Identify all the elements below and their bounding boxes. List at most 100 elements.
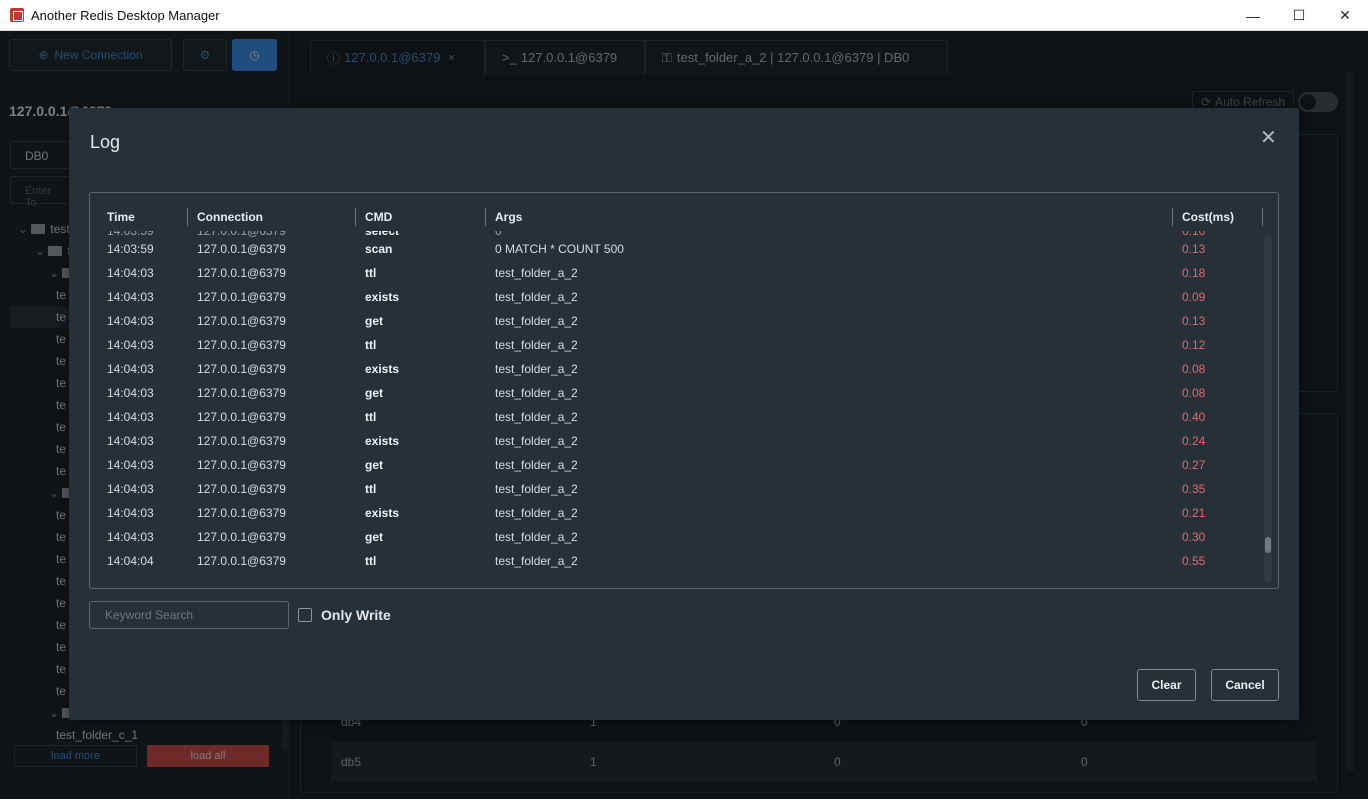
table-row: 14:04:03 127.0.0.1@6379 get test_folder_a_2…: [90, 524, 1264, 548]
connection-cell: 127.0.0.1@6379: [197, 290, 286, 304]
col-connection: Connection: [197, 210, 263, 224]
table-row: 14:04:03 127.0.0.1@6379 ttl test_folder_a_2…: [90, 260, 1264, 284]
only-write-label: Only Write: [321, 607, 391, 623]
time-cell: 14:04:03: [107, 506, 154, 520]
cost-cell: 0.13: [1182, 314, 1206, 328]
cost-cell: 0.08: [1182, 386, 1206, 400]
connection-cell: 127.0.0.1@6379: [197, 554, 286, 568]
table-row: 14:03:59 127.0.0.1@6379 scan 0 MATCH * COUN…: [90, 236, 1264, 260]
table-row: 14:04:03 127.0.0.1@6379 get test_folder_a_2…: [90, 308, 1264, 332]
time-cell: 14:04:03: [107, 266, 154, 280]
window-title: Another Redis Desktop Manager: [31, 7, 220, 23]
app-logo-icon: [10, 8, 24, 22]
log-scrollbar[interactable]: [1264, 235, 1272, 583]
keyword-search-input[interactable]: [89, 601, 289, 629]
connection-cell: 127.0.0.1@6379: [197, 266, 286, 280]
args-cell: test_folder_a_2: [495, 506, 578, 520]
connection-cell: 127.0.0.1@6379: [197, 386, 286, 400]
cost-cell: 0.08: [1182, 362, 1206, 376]
dialog-title: Log: [90, 132, 121, 152]
connection-cell: 127.0.0.1@6379: [197, 362, 286, 376]
cost-cell: 0.13: [1182, 242, 1206, 256]
cmd-cell: exists: [365, 506, 400, 520]
cmd-cell: ttl: [365, 554, 377, 568]
table-row: 14:04:03 127.0.0.1@6379 exists test_folder_…: [90, 356, 1264, 380]
connection-cell: 127.0.0.1@6379: [197, 410, 286, 424]
cancel-button[interactable]: Cancel: [1211, 669, 1279, 701]
scrollbar-thumb[interactable]: [1265, 537, 1271, 553]
log-dialog: Log ✕ Time Connection CMD Args Cost(ms) …: [69, 108, 1299, 720]
table-row: 14:04:03 127.0.0.1@6379 exists test_folder_…: [90, 284, 1264, 308]
time-cell: 14:04:03: [107, 482, 154, 496]
table-row: 14:04:03 127.0.0.1@6379 get test_folder_a_2…: [90, 380, 1264, 404]
minimize-button[interactable]: —: [1230, 0, 1276, 31]
close-icon[interactable]: ✕: [1260, 128, 1277, 148]
cmd-cell: get: [365, 530, 383, 544]
column-divider[interactable]: [485, 208, 486, 226]
connection-cell: 127.0.0.1@6379: [197, 314, 286, 328]
connection-cell: 127.0.0.1@6379: [197, 530, 286, 544]
cost-cell: 0.21: [1182, 506, 1206, 520]
column-divider[interactable]: [355, 208, 356, 226]
connection-cell: 127.0.0.1@6379: [197, 482, 286, 496]
column-divider[interactable]: [1172, 208, 1173, 226]
column-divider[interactable]: [187, 208, 188, 226]
time-cell: 14:04:03: [107, 410, 154, 424]
time-cell: 14:04:03: [107, 338, 154, 352]
time-cell: 14:04:03: [107, 458, 154, 472]
time-cell: 14:04:03: [107, 434, 154, 448]
cmd-cell: ttl: [365, 482, 377, 496]
cost-cell: 0.27: [1182, 458, 1206, 472]
table-row: 14:04:03 127.0.0.1@6379 ttl test_folder_a_2…: [90, 476, 1264, 500]
args-cell: test_folder_a_2: [495, 482, 578, 496]
cmd-cell: ttl: [365, 410, 377, 424]
title-bar: Another Redis Desktop Manager — ☐ ✕: [0, 0, 1368, 31]
table-header: Time Connection CMD Args Cost(ms): [90, 193, 1264, 233]
args-cell: test_folder_a_2: [495, 338, 578, 352]
cost-cell: 0.18: [1182, 266, 1206, 280]
args-cell: test_folder_a_2: [495, 410, 578, 424]
args-cell: test_folder_a_2: [495, 458, 578, 472]
args-cell: test_folder_a_2: [495, 554, 578, 568]
args-cell: test_folder_a_2: [495, 266, 578, 280]
table-body: 14:03:59 127.0.0.1@6379 select 0 0.10 14…: [90, 231, 1264, 581]
time-cell: 14:04:04: [107, 554, 154, 568]
args-cell: test_folder_a_2: [495, 290, 578, 304]
close-window-button[interactable]: ✕: [1322, 0, 1368, 31]
checkbox-box[interactable]: [298, 608, 312, 622]
cmd-cell: exists: [365, 434, 400, 448]
connection-cell: 127.0.0.1@6379: [197, 458, 286, 472]
only-write-checkbox[interactable]: Only Write: [298, 607, 391, 623]
table-row: 14:04:03 127.0.0.1@6379 ttl test_folder_a_2…: [90, 332, 1264, 356]
cmd-cell: get: [365, 458, 383, 472]
cost-cell: 0.09: [1182, 290, 1206, 304]
table-row: 14:04:04 127.0.0.1@6379 ttl test_folder_a_2…: [90, 548, 1264, 572]
cmd-cell: get: [365, 386, 383, 400]
time-cell: 14:03:59: [107, 242, 154, 256]
time-cell: 14:04:03: [107, 290, 154, 304]
cost-cell: 0.30: [1182, 530, 1206, 544]
time-cell: 14:04:03: [107, 386, 154, 400]
cost-cell: 0.40: [1182, 410, 1206, 424]
table-row: 14:04:03 127.0.0.1@6379 get test_folder_a_2…: [90, 452, 1264, 476]
connection-cell: 127.0.0.1@6379: [197, 338, 286, 352]
cost-cell: 0.35: [1182, 482, 1206, 496]
cmd-cell: ttl: [365, 338, 377, 352]
table-row: 14:04:03 127.0.0.1@6379 ttl test_folder_a_2…: [90, 404, 1264, 428]
table-row: 14:04:03 127.0.0.1@6379 exists test_folder_…: [90, 428, 1264, 452]
cmd-cell: get: [365, 314, 383, 328]
args-cell: test_folder_a_2: [495, 434, 578, 448]
args-cell: test_folder_a_2: [495, 314, 578, 328]
column-divider[interactable]: [1262, 208, 1263, 226]
maximize-button[interactable]: ☐: [1276, 0, 1322, 31]
col-cmd: CMD: [365, 210, 393, 224]
window-controls: — ☐ ✕: [1230, 0, 1368, 31]
cmd-cell: exists: [365, 290, 400, 304]
col-time: Time: [107, 210, 135, 224]
args-cell: test_folder_a_2: [495, 530, 578, 544]
clear-button[interactable]: Clear: [1137, 669, 1196, 701]
cost-cell: 0.24: [1182, 434, 1206, 448]
cmd-cell: scan: [365, 242, 393, 256]
cmd-cell: exists: [365, 362, 400, 376]
col-args: Args: [495, 210, 523, 224]
